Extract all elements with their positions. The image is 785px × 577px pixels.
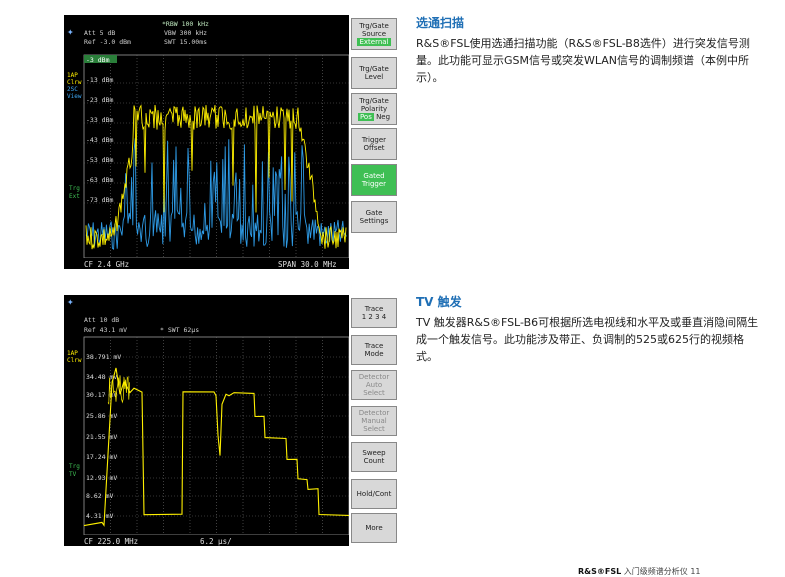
- level-label: -63 dBm: [86, 176, 113, 184]
- footer-product: R&S®FSL: [578, 567, 622, 576]
- softkey-label: Gated: [363, 172, 385, 180]
- gated-sweep-screenshot: ✦ Att 5 dB Ref -3.0 dBm *RBW 100 kHz VBW 30…: [64, 15, 400, 269]
- softkey-label: Detector: [358, 409, 390, 417]
- trace-indicator: 1AP: [67, 72, 78, 79]
- rbw-label: *RBW 100 kHz: [162, 20, 209, 28]
- rs-logo-icon: ✦: [67, 25, 74, 38]
- section-body: TV 触发器R&S®FSL-B6可根据所选电视线和水平及或垂直消隐间隔生成一个触…: [416, 316, 759, 363]
- section-title: 选通扫描: [416, 16, 465, 30]
- softkey-trg-gate-level[interactable]: Trg/Gate Level: [351, 57, 397, 89]
- sweep-time-label: * SWT 62μs: [160, 326, 199, 334]
- section-title: TV 触发: [416, 295, 462, 309]
- softkey-active-option: External: [357, 38, 391, 46]
- trace-indicator: Clrw: [67, 79, 82, 86]
- level-label: 8.62 mV: [86, 492, 113, 500]
- softkey-detector-manual-select[interactable]: Detector Manual Select: [351, 406, 397, 436]
- softkey-hold-cont[interactable]: Hold/Cont: [351, 479, 397, 509]
- softkey-label: Source: [361, 30, 387, 38]
- softkey-label: Count: [363, 457, 385, 465]
- gated-sweep-section: 选通扫描 R&S®FSL使用选通扫描功能（R&S®FSL-B8选件）进行突发信号…: [416, 15, 761, 86]
- softkey-label: Level: [364, 73, 384, 81]
- level-label: -33 dBm: [86, 116, 113, 124]
- trigger-indicator: Ext: [69, 193, 80, 200]
- trace-indicator: View: [67, 93, 82, 100]
- softkey-label: Manual: [361, 417, 387, 425]
- level-label: -13 dBm: [86, 76, 113, 84]
- softkey-option: 1 2 3 4: [361, 313, 387, 321]
- softkey-trigger-offset[interactable]: Trigger Offset: [351, 128, 397, 160]
- softkey-label: Offset: [363, 144, 385, 152]
- softkey-label: Trigger: [361, 136, 387, 144]
- softkey-gated-trigger[interactable]: Gated Trigger: [351, 164, 397, 196]
- softkey-label: Trace: [364, 342, 384, 350]
- softkey-label: Hold/Cont: [356, 490, 392, 498]
- softkey-active-option: Pos: [357, 113, 374, 121]
- softkey-panel: Trace 1 2 3 4 Trace Mode Detector Auto Select…: [349, 295, 400, 546]
- vbw-label: VBW 300 kHz: [164, 29, 207, 37]
- softkey-label: Detector: [358, 373, 390, 381]
- level-label: -23 dBm: [86, 96, 113, 104]
- softkey-label: Trg/Gate: [359, 65, 389, 73]
- softkey-trg-gate-polarity[interactable]: Trg/Gate Polarity Pos Neg: [351, 93, 397, 125]
- softkey-label: Mode: [364, 350, 384, 358]
- softkey-more[interactable]: More: [351, 513, 397, 543]
- level-label: -73 dBm: [86, 196, 113, 204]
- softkey-label: Trigger: [361, 180, 387, 188]
- softkey-label: Settings: [359, 217, 389, 225]
- softkey-trace-mode[interactable]: Trace Mode: [351, 335, 397, 365]
- softkey-label: More: [365, 524, 383, 532]
- level-label: 21.55 mV: [86, 433, 117, 441]
- level-label: 30.17 mV: [86, 391, 117, 399]
- softkey-label: Trace: [364, 305, 384, 313]
- center-frequency-label: CF 2.4 GHz: [84, 260, 129, 269]
- trace-indicator: Clrw: [67, 357, 82, 364]
- reference-level-label: Ref 43.1 mV: [84, 326, 127, 334]
- softkey-label: Gate: [365, 209, 383, 217]
- trigger-indicator: TV: [69, 471, 77, 478]
- rs-logo-icon: ✦: [67, 295, 74, 308]
- level-label: 25.86 mV: [86, 412, 117, 420]
- time-per-division-label: 6.2 μs/: [200, 537, 232, 546]
- softkey-sweep-count[interactable]: Sweep Count: [351, 442, 397, 472]
- trigger-indicator: Trg: [69, 463, 80, 470]
- reference-level-label: Ref -3.0 dBm: [84, 38, 131, 46]
- level-label: -53 dBm: [86, 156, 113, 164]
- tv-trigger-screenshot: ✦ Att 10 dB Ref 43.1 mV * SWT 62μs 1AP Clrw…: [64, 295, 400, 546]
- level-label: 4.31 mV: [86, 512, 113, 520]
- page-footer: R&S®FSL 入门级频谱分析仪 11: [578, 566, 701, 577]
- softkey-label: Polarity: [360, 105, 388, 113]
- softkey-label: Select: [363, 425, 385, 433]
- span-label: SPAN 30.0 MHz: [278, 260, 337, 269]
- softkey-detector-auto-select[interactable]: Detector Auto Select: [351, 370, 397, 400]
- center-frequency-label: CF 225.0 MHz: [84, 537, 138, 546]
- tv-trigger-section: TV 触发 TV 触发器R&S®FSL-B6可根据所选电视线和水平及或垂直消隐间…: [416, 294, 761, 365]
- section-body: R&S®FSL使用选通扫描功能（R&S®FSL-B8选件）进行突发信号测量。此功…: [416, 37, 750, 84]
- sweep-time-label: SWT 15.00ms: [164, 38, 207, 46]
- softkey-gate-settings[interactable]: Gate Settings: [351, 201, 397, 233]
- footer-text: 入门级频谱分析仪 11: [623, 567, 701, 576]
- trace-indicator: 2SC: [67, 86, 78, 93]
- video-signal-plot: ✦ Att 10 dB Ref 43.1 mV * SWT 62μs 1APClrw…: [64, 295, 349, 546]
- softkey-option: Neg: [373, 113, 391, 121]
- attenuation-label: Att 5 dB: [84, 29, 115, 37]
- softkey-label: Trg/Gate: [359, 97, 389, 105]
- level-label: -3 dBm: [86, 56, 110, 64]
- softkey-trg-gate-source[interactable]: Trg/Gate Source External: [351, 18, 397, 50]
- level-label: 17.24 mV: [86, 453, 117, 461]
- spectrum-plot: ✦ Att 5 dBRef -3.0 dBm *RBW 100 kHzVBW 30…: [64, 20, 349, 269]
- softkey-label: Sweep: [362, 449, 386, 457]
- softkey-label: Auto: [365, 381, 383, 389]
- level-label: 38.791 mV: [86, 353, 121, 361]
- softkey-label: Trg/Gate: [359, 22, 389, 30]
- softkey-trace[interactable]: Trace 1 2 3 4: [351, 298, 397, 328]
- trigger-indicator: Trg: [69, 185, 80, 192]
- level-label: -43 dBm: [86, 136, 113, 144]
- level-label: 12.93 mV: [86, 474, 117, 482]
- softkey-panel: Trg/Gate Source External Trg/Gate Level Trg/G…: [349, 15, 400, 269]
- attenuation-label: Att 10 dB: [84, 316, 119, 324]
- trace-indicator: 1AP: [67, 350, 78, 357]
- softkey-label: Select: [363, 389, 385, 397]
